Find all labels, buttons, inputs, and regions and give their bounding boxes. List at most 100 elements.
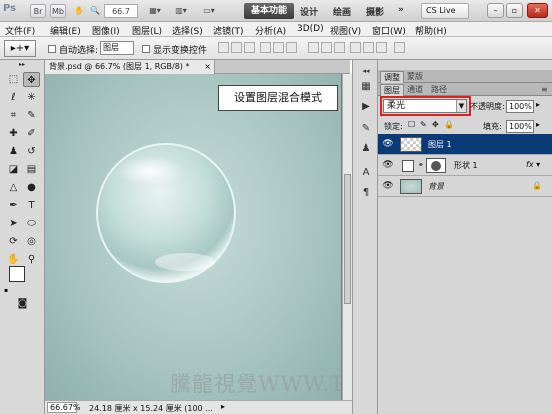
auto-align-icon[interactable]: [394, 42, 405, 53]
menu-analysis[interactable]: 分析(A): [255, 24, 286, 37]
opacity-field[interactable]: 100%: [506, 100, 534, 113]
clone-stamp-icon[interactable]: ♟: [5, 144, 22, 159]
magic-wand-tool-icon[interactable]: ✳: [23, 90, 40, 105]
hand-tool-icon[interactable]: ✋: [5, 252, 22, 267]
screen-mode-icon[interactable]: ▭▾: [200, 4, 218, 18]
layer-row-shape1[interactable]: 👁 ⚭ 形状 1 fx ▾: [378, 155, 552, 176]
close-tab-icon[interactable]: ×: [204, 60, 211, 74]
menu-filter[interactable]: 滤镜(T): [213, 24, 244, 37]
tab-masks[interactable]: 蒙版: [404, 71, 426, 83]
tab-adjustments[interactable]: 调整: [380, 71, 404, 83]
lock-position-icon[interactable]: ✥: [432, 120, 439, 129]
fill-slider-icon[interactable]: ▸: [536, 120, 540, 129]
status-zoom-field[interactable]: 66.67%: [47, 402, 81, 413]
zoom-level-field[interactable]: 66.7: [104, 4, 138, 18]
workspace-design[interactable]: 设计: [300, 5, 318, 18]
history-brush-icon[interactable]: ↺: [23, 144, 40, 159]
align-left-icon[interactable]: [260, 42, 271, 53]
panel-menu-icon[interactable]: ≡: [538, 84, 551, 96]
zoom-icon[interactable]: 🔍: [88, 4, 102, 18]
character-panel-icon[interactable]: A: [359, 166, 373, 180]
strip-grip[interactable]: ◂◂: [359, 64, 373, 78]
gradient-tool-icon[interactable]: ▤: [23, 162, 40, 177]
opacity-slider-icon[interactable]: ▸: [536, 100, 540, 109]
menu-layer[interactable]: 图层(L): [132, 24, 162, 37]
close-button[interactable]: ✕: [527, 3, 548, 18]
default-colors-icon[interactable]: ▪: [4, 287, 11, 294]
visibility-eye-icon[interactable]: 👁: [382, 181, 394, 191]
distribute-vcenter-icon[interactable]: [321, 42, 332, 53]
3d-rotate-icon[interactable]: ⟳: [5, 234, 22, 249]
menu-edit[interactable]: 编辑(E): [50, 24, 81, 37]
quick-mask-icon[interactable]: ◙: [14, 296, 31, 311]
auto-select-dropdown[interactable]: 图层: [100, 41, 134, 55]
show-transform-checkbox[interactable]: [142, 45, 150, 53]
document-canvas[interactable]: [45, 74, 341, 400]
align-bottom-icon[interactable]: [244, 42, 255, 53]
paragraph-panel-icon[interactable]: ¶: [359, 186, 373, 200]
menu-image[interactable]: 图像(I): [92, 24, 120, 37]
blur-tool-icon[interactable]: △: [5, 180, 22, 195]
arrange-docs-icon[interactable]: ▥▾: [172, 4, 190, 18]
layer-row-layer1[interactable]: 👁 图层 1: [378, 134, 552, 155]
pen-tool-icon[interactable]: ✒: [5, 198, 22, 213]
align-top-icon[interactable]: [218, 42, 229, 53]
distribute-hcenter-icon[interactable]: [363, 42, 374, 53]
distribute-right-icon[interactable]: [376, 42, 387, 53]
lock-all-icon[interactable]: 🔒: [444, 120, 454, 129]
crop-tool-icon[interactable]: ⌗: [5, 108, 22, 123]
minimize-button[interactable]: –: [487, 3, 504, 18]
layer-row-background[interactable]: 👁 背景 🔒: [378, 176, 552, 197]
brush-panel-icon[interactable]: ✎: [359, 122, 373, 136]
cs-live-button[interactable]: CS Live: [421, 3, 469, 19]
menu-help[interactable]: 帮助(H): [415, 24, 447, 37]
tab-channels[interactable]: 通道: [404, 84, 426, 96]
maximize-button[interactable]: ▫: [506, 3, 523, 18]
align-hcenter-icon[interactable]: [273, 42, 284, 53]
menu-select[interactable]: 选择(S): [172, 24, 203, 37]
view-extras-icon[interactable]: ▦▾: [146, 4, 164, 18]
align-right-icon[interactable]: [286, 42, 297, 53]
history-panel-icon[interactable]: ▦: [359, 80, 373, 94]
eraser-tool-icon[interactable]: ◪: [5, 162, 22, 177]
bridge-icon[interactable]: Br: [30, 4, 46, 18]
toolbox-grip[interactable]: ▸▸: [2, 62, 42, 68]
type-tool-icon[interactable]: T: [23, 198, 40, 213]
status-menu-icon[interactable]: ▸: [221, 402, 225, 411]
clone-source-icon[interactable]: ♟: [359, 142, 373, 156]
document-tab[interactable]: 背景.psd @ 66.7% (图层 1, RGB/8) * ×: [45, 60, 215, 74]
fx-icon[interactable]: fx ▾: [526, 160, 540, 169]
dodge-tool-icon[interactable]: ●: [23, 180, 40, 195]
healing-brush-icon[interactable]: ✚: [5, 126, 22, 141]
link-icon[interactable]: ⚭: [418, 161, 424, 169]
tab-layers[interactable]: 图层: [380, 84, 404, 96]
actions-panel-icon[interactable]: ▶: [359, 100, 373, 114]
fill-field[interactable]: 100%: [506, 120, 534, 133]
lock-transparency-icon[interactable]: ☐: [408, 120, 415, 129]
menu-3d[interactable]: 3D(D): [297, 24, 324, 34]
tool-preset-picker[interactable]: ▸+▾: [4, 40, 36, 57]
distribute-top-icon[interactable]: [308, 42, 319, 53]
menu-window[interactable]: 窗口(W): [372, 24, 406, 37]
visibility-eye-icon[interactable]: 👁: [382, 160, 394, 170]
move-tool-icon[interactable]: ✥: [23, 72, 40, 87]
tab-paths[interactable]: 路径: [428, 84, 450, 96]
ellipse-tool-icon[interactable]: ⬭: [23, 216, 40, 231]
brush-tool-icon[interactable]: ✐: [23, 126, 40, 141]
workspace-essentials-button[interactable]: 基本功能: [244, 3, 294, 19]
menu-file[interactable]: 文件(F): [5, 24, 35, 37]
lasso-tool-icon[interactable]: ℓ: [5, 90, 22, 105]
path-selection-icon[interactable]: ➤: [5, 216, 22, 231]
distribute-bottom-icon[interactable]: [334, 42, 345, 53]
workspace-more-icon[interactable]: »: [398, 5, 404, 15]
minibridge-icon[interactable]: Mb: [50, 4, 66, 18]
visibility-eye-icon[interactable]: 👁: [382, 139, 394, 149]
distribute-left-icon[interactable]: [350, 42, 361, 53]
lock-image-icon[interactable]: ✎: [420, 120, 427, 129]
foreground-color-swatch[interactable]: [9, 266, 25, 282]
auto-select-checkbox[interactable]: [48, 45, 56, 53]
workspace-photography[interactable]: 摄影: [366, 5, 384, 18]
workspace-painting[interactable]: 绘画: [333, 5, 351, 18]
scrollbar-thumb[interactable]: [344, 174, 351, 304]
3d-orbit-icon[interactable]: ◎: [23, 234, 40, 249]
